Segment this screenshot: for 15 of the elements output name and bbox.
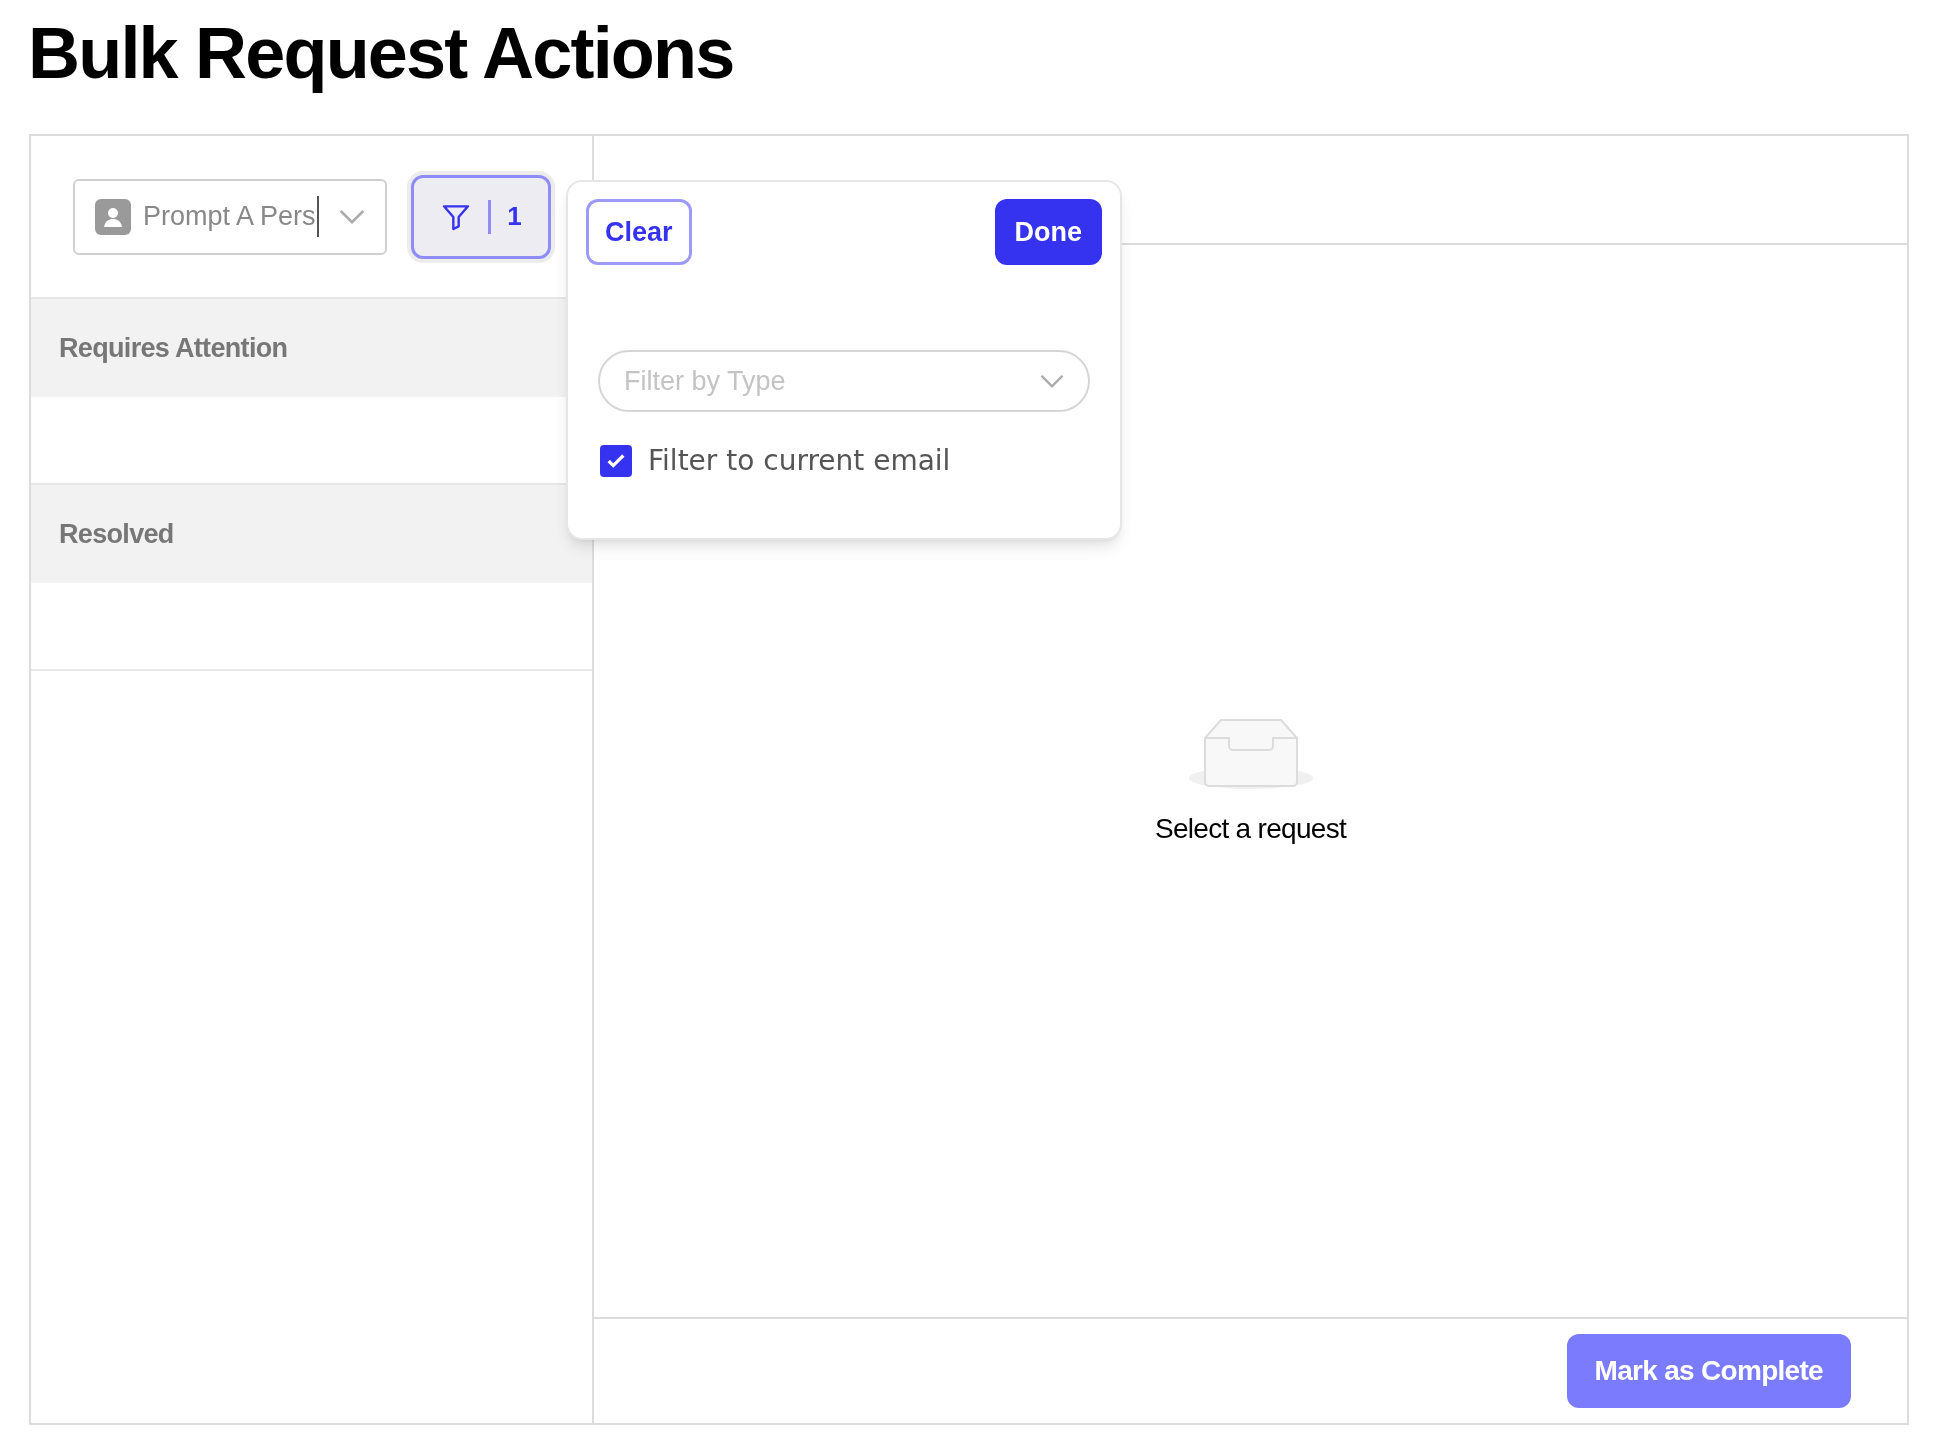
- persona-select[interactable]: Prompt A Pers: [73, 178, 387, 255]
- person-icon: [95, 198, 131, 235]
- persona-value: Prompt A Pers: [143, 196, 319, 237]
- checkbox[interactable]: [600, 445, 632, 477]
- chevron-down-icon: [1040, 374, 1064, 388]
- done-button[interactable]: Done: [994, 199, 1102, 265]
- type-select-placeholder: Filter by Type: [624, 364, 786, 398]
- clear-button[interactable]: Clear: [586, 199, 692, 265]
- section-title: Requires Attention: [59, 331, 288, 365]
- empty-state-text: Select a request: [1154, 812, 1347, 846]
- section-title: Resolved: [59, 517, 174, 551]
- page-title: Bulk Request Actions: [28, 12, 734, 95]
- filter-count: 1: [507, 200, 522, 233]
- chevron-down-icon: [339, 209, 365, 224]
- checkbox-label: Filter to current email: [648, 443, 951, 479]
